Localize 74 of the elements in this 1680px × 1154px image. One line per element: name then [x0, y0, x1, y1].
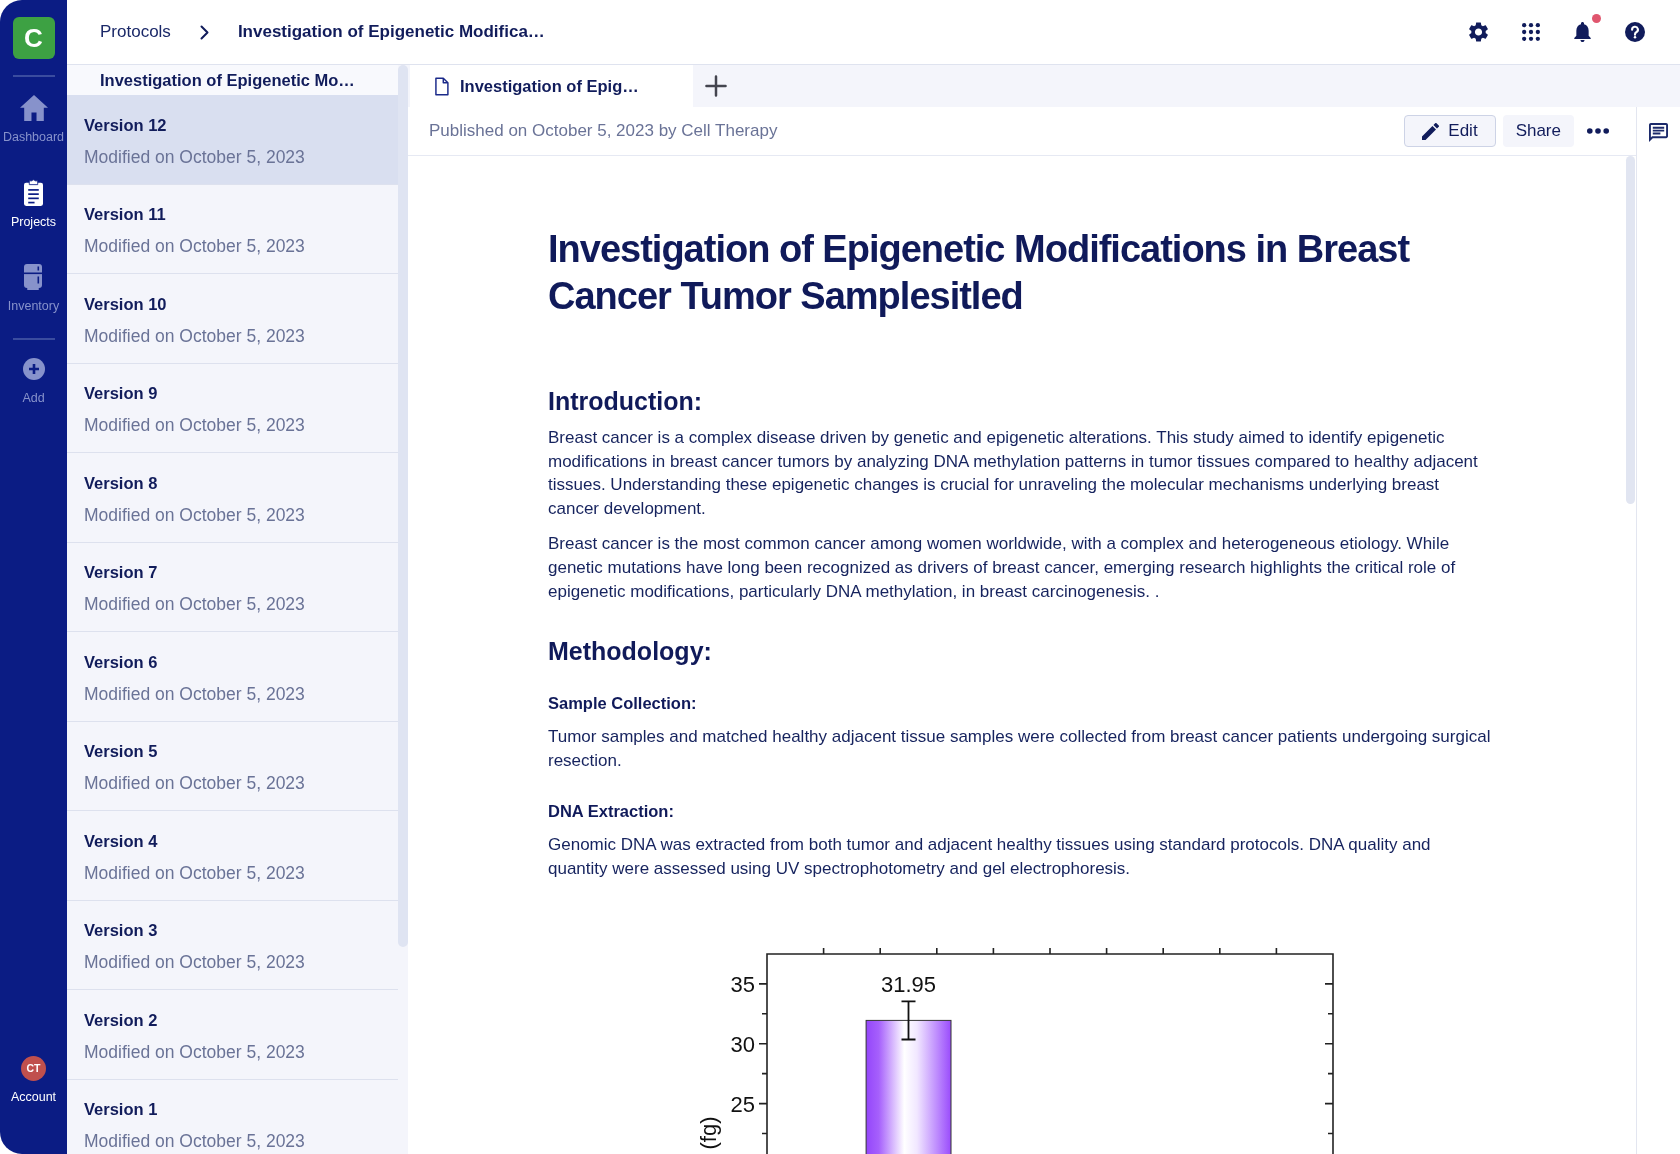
comment-icon [1649, 123, 1668, 142]
pencil-icon [1422, 122, 1440, 140]
avatar: CT [21, 1056, 46, 1081]
version-date: Modified on October 5, 2023 [84, 236, 306, 258]
version-date: Modified on October 5, 2023 [84, 683, 306, 705]
version-date: Modified on October 5, 2023 [84, 594, 306, 616]
chevron-right-icon [199, 24, 209, 40]
nav-item[interactable]: Projects [10, 179, 57, 230]
version-name: Version 1 [84, 1099, 159, 1121]
axis-title: (fg) [696, 1116, 721, 1150]
plus-icon [705, 75, 727, 97]
home-icon [19, 95, 48, 121]
document-title: Investigation of Epigenetic Modifications in Breast Cancer Tumor Samplesitled [548, 227, 1411, 319]
plus-circle-icon [22, 358, 45, 380]
apps-button[interactable] [1522, 23, 1540, 41]
version-date: Modified on October 5, 2023 [84, 415, 306, 437]
section-heading: Introduction: [548, 386, 704, 417]
version-date: Modified on October 5, 2023 [84, 504, 306, 526]
account-button[interactable]: CT Account [10, 1056, 57, 1105]
document-tab[interactable]: Investigation of Epig… [410, 65, 693, 107]
bell-icon [1574, 22, 1591, 42]
nav-item[interactable]: Dashboard [2, 95, 65, 145]
version-date: Modified on October 5, 2023 [84, 325, 306, 347]
settings-button[interactable] [1469, 22, 1488, 42]
document-icon [435, 76, 449, 96]
version-name: Version 5 [84, 741, 159, 763]
tick-label: 35 [730, 971, 755, 997]
breadcrumb-link[interactable]: Protocols [100, 19, 171, 45]
version-name: Version 11 [84, 204, 167, 226]
comments-button[interactable] [1649, 123, 1668, 142]
clipboard-icon [24, 179, 43, 206]
help-icon [1625, 22, 1645, 42]
version-date: Modified on October 5, 2023 [84, 1131, 306, 1153]
published-info: Published on October 5, 2023 by Cell Therapy [429, 120, 778, 143]
more-icon [1587, 128, 1609, 134]
paragraph: Genomic DNA was extracted from both tumor and adjacent healthy tissues using standard protocols. DNA quality and quantity were assessed using UV spectrophotometry and gel electrophoresis. [548, 834, 1432, 880]
tick-label: 25 [730, 1091, 755, 1117]
version-name: Version 4 [84, 830, 159, 852]
subsection-heading: DNA Extraction: [548, 801, 675, 823]
nav-item[interactable]: Inventory [7, 264, 60, 314]
version-name: Version 10 [84, 293, 168, 315]
breadcrumb-current: Investigation of Epigenetic Modifica… [237, 21, 545, 44]
version-date: Modified on October 5, 2023 [84, 952, 306, 974]
version-name: Version 6 [84, 651, 159, 673]
version-name: Version 2 [84, 1009, 159, 1031]
version-name: Version 3 [84, 920, 159, 942]
version-name: Version 9 [84, 383, 159, 405]
version-name: Version 8 [84, 472, 159, 494]
help-button[interactable] [1625, 22, 1645, 42]
fridge-icon [24, 264, 43, 290]
edit-button[interactable]: Edit [1404, 115, 1496, 147]
panel-title: Investigation of Epigenetic Mo… [67, 65, 398, 95]
more-button[interactable] [1587, 128, 1609, 134]
data-label: 31.95 [880, 971, 937, 997]
scrollbar-thumb[interactable] [1626, 156, 1635, 504]
scrollbar-thumb[interactable] [398, 65, 408, 947]
section-heading: Methodology: [548, 636, 713, 668]
error-bar [900, 999, 917, 1040]
version-item[interactable]: Version 12 Modified on October 5, 2023 [67, 95, 398, 185]
grid-icon [1522, 23, 1540, 41]
share-button[interactable]: Share [1502, 115, 1574, 147]
paragraph: Tumor samples and matched healthy adjacent tissue samples were collected from breast cancer patients undergoing surgical resection. [548, 726, 1492, 772]
settings-icon [1469, 22, 1488, 42]
tick-label: 30 [730, 1031, 755, 1057]
version-date: Modified on October 5, 2023 [84, 1041, 306, 1063]
version-date: Modified on October 5, 2023 [84, 862, 306, 884]
version-date: Modified on October 5, 2023 [84, 146, 306, 168]
add-button[interactable]: Add [22, 358, 45, 406]
subsection-heading: Sample Collection: [548, 693, 698, 715]
version-name: Version 12 [84, 114, 168, 136]
paragraph: Breast cancer is the most common cancer among women worldwide, with a complex and heterogeneous etiology. While genetic mutations have long been recognized as drivers of breast cancer, emerging research highlights the critical role of epigenetic modifications, particularly DNA methylation, in breast carcinogenesis. . [548, 533, 1457, 603]
version-name: Version 7 [84, 562, 159, 584]
paragraph: Breast cancer is a complex disease driven by genetic and epigenetic alterations. This study aimed to identify epigenetic modifications in breast cancer tumors by analyzing DNA methylation patterns in tumor tissues compared to healthy adjacent tissues. Understanding these epigenetic changes is crucial for unraveling the molecular mechanisms underlying breast cancer development. [548, 427, 1479, 520]
version-date: Modified on October 5, 2023 [84, 773, 306, 795]
